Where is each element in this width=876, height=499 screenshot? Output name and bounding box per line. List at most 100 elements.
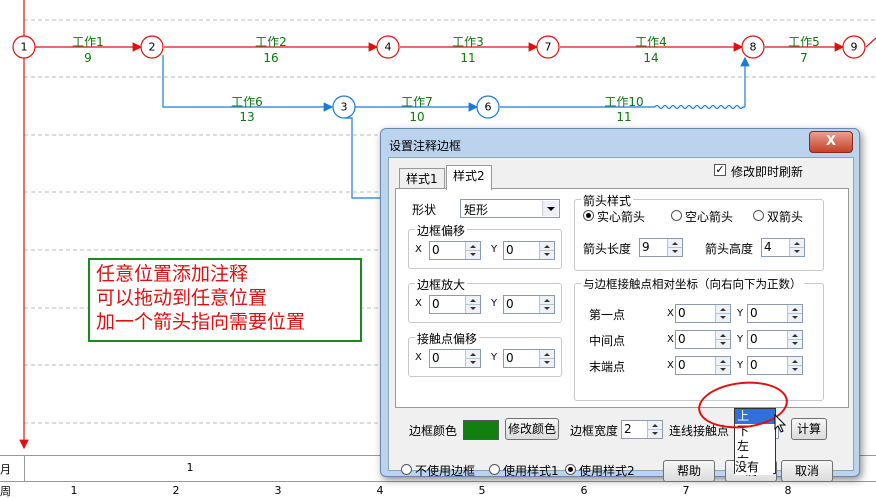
- coord-group: 与边框接触点相对坐标（向右向下为正数） 第一点 X 0 Y 0 中间点 X 0 …: [574, 276, 824, 401]
- spin-value: 0: [432, 351, 440, 365]
- middle-y-spinner[interactable]: 0: [747, 330, 803, 349]
- refresh-label: 修改即时刷新: [731, 165, 804, 179]
- y-label: Y: [737, 334, 744, 345]
- week-cell: 1: [70, 484, 78, 497]
- spin-value: 2: [624, 422, 632, 436]
- month-value: 1: [186, 461, 194, 474]
- edge-duration: 10: [409, 110, 425, 124]
- x-label: X: [415, 244, 422, 255]
- spin-value: 0: [750, 358, 758, 372]
- edge-name: 工作2: [255, 35, 287, 49]
- arrow-solid-radio[interactable]: [583, 210, 594, 221]
- coord-group-title: 与边框接触点相对坐标（向右向下为正数）: [581, 276, 804, 292]
- spin-value: 0: [506, 297, 514, 311]
- spin-value: 4: [764, 240, 772, 254]
- offset-y-spinner[interactable]: 0: [503, 241, 555, 260]
- border-mode-label: 不使用边框: [415, 464, 476, 478]
- dialog-title: 设置注释边框: [389, 139, 462, 153]
- compute-button[interactable]: 计算: [791, 418, 827, 440]
- dropdown-option[interactable]: 左: [735, 439, 775, 454]
- enlarge-x-spinner[interactable]: 0: [429, 295, 481, 314]
- style2-radio[interactable]: [565, 464, 576, 475]
- arrow-hollow-radio[interactable]: [671, 210, 682, 221]
- cancel-button[interactable]: 取消: [781, 460, 833, 482]
- spin-value: 0: [678, 332, 686, 346]
- node-label: 9: [850, 40, 858, 54]
- middle-x-spinner[interactable]: 0: [675, 330, 731, 349]
- edge-name: 工作7: [401, 95, 433, 109]
- week-cell: 4: [376, 484, 384, 497]
- spin-value: 0: [506, 351, 514, 365]
- edge-name: 工作6: [231, 95, 263, 109]
- contact-group-title: 接触点偏移: [415, 330, 480, 347]
- annotation-border-dialog: 设置注释边框 X ✓ 修改即时刷新 样式1 样式2 形状 矩形 边框偏移 X 0…: [380, 128, 860, 482]
- close-button[interactable]: X: [809, 131, 853, 153]
- week-cell: 7: [682, 484, 690, 497]
- coord-row-label: 第一点: [589, 308, 626, 322]
- node-label: 1: [20, 40, 28, 54]
- enlarge-group-title: 边框放大: [415, 276, 468, 293]
- week-row: 周 1 2 3 4 5 6 7 8: [0, 481, 876, 498]
- y-label: Y: [737, 360, 744, 371]
- first-x-spinner[interactable]: 0: [675, 304, 731, 323]
- arrow-option-label: 空心箭头: [685, 210, 734, 224]
- end-x-spinner[interactable]: 0: [675, 356, 731, 375]
- offset-x-spinner[interactable]: 0: [429, 241, 481, 260]
- node-label: 6: [484, 100, 492, 114]
- spin-value: 0: [750, 332, 758, 346]
- spin-value: 0: [678, 306, 686, 320]
- border-color-swatch: [463, 420, 499, 440]
- change-color-button[interactable]: 修改颜色: [505, 418, 559, 440]
- contact-x-spinner[interactable]: 0: [429, 349, 481, 368]
- enlarge-y-spinner[interactable]: 0: [503, 295, 555, 314]
- edge-duration: 11: [616, 110, 632, 124]
- no-border-radio[interactable]: [401, 464, 412, 475]
- edge-name: 工作3: [452, 35, 484, 49]
- edge-name: 工作1: [72, 35, 104, 49]
- shape-select[interactable]: 矩形: [460, 199, 560, 218]
- arrow-length-spinner[interactable]: 9: [639, 238, 683, 257]
- help-button[interactable]: 帮助: [663, 460, 715, 482]
- annotation-line: 可以拖动到任意位置: [96, 287, 268, 309]
- offset-group-title: 边框偏移: [415, 222, 468, 239]
- week-cell: 6: [580, 484, 588, 497]
- offset-group: 边框偏移 X 0 Y 0: [408, 222, 562, 269]
- tab-panel: 形状 矩形 边框偏移 X 0 Y 0 边框放大 X 0 Y 0 接触点偏移 X: [395, 188, 849, 408]
- arrow-double-radio[interactable]: [753, 210, 764, 221]
- arrow-height-spinner[interactable]: 4: [761, 238, 805, 257]
- node-label: 7: [544, 40, 552, 54]
- edge-duration: 7: [800, 51, 808, 65]
- contact-group: 接触点偏移 X 0 Y 0: [408, 330, 562, 377]
- node-label: 3: [340, 100, 348, 114]
- edge-duration: 11: [460, 51, 476, 65]
- border-width-spinner[interactable]: 2: [621, 420, 663, 439]
- enlarge-group: 边框放大 X 0 Y 0: [408, 276, 562, 323]
- y-label: Y: [491, 244, 498, 255]
- arrow-length-label: 箭头长度: [583, 242, 632, 256]
- week-label: 周: [0, 485, 11, 498]
- border-color-label: 边框颜色: [409, 424, 458, 438]
- coord-row-label: 中间点: [589, 334, 626, 348]
- border-mode-label: 使用样式2: [579, 464, 635, 478]
- end-y-spinner[interactable]: 0: [747, 356, 803, 375]
- annotation-box[interactable]: 任意位置添加注释 可以拖动到任意位置 加一个箭头指向需要位置: [88, 258, 362, 342]
- x-label: X: [667, 360, 674, 371]
- dropdown-option[interactable]: 没有: [735, 458, 773, 475]
- first-y-spinner[interactable]: 0: [747, 304, 803, 323]
- week-cell: 3: [274, 484, 282, 497]
- border-width-label: 边框宽度: [570, 424, 619, 438]
- spin-value: 0: [506, 243, 514, 257]
- refresh-checkbox[interactable]: ✓: [714, 164, 726, 176]
- contact-y-spinner[interactable]: 0: [503, 349, 555, 368]
- edge-duration: 16: [263, 51, 279, 65]
- node-label: 4: [384, 40, 392, 54]
- month-label: 月: [0, 463, 11, 476]
- week-cell: 5: [478, 484, 486, 497]
- spin-value: 0: [432, 243, 440, 257]
- style1-radio[interactable]: [489, 464, 500, 475]
- week-cell: 2: [172, 484, 180, 497]
- tab-style2[interactable]: 样式2: [446, 165, 492, 190]
- chevron-down-icon: [542, 201, 558, 216]
- tab-style1[interactable]: 样式1: [399, 168, 445, 189]
- edge-name: 工作5: [788, 35, 820, 49]
